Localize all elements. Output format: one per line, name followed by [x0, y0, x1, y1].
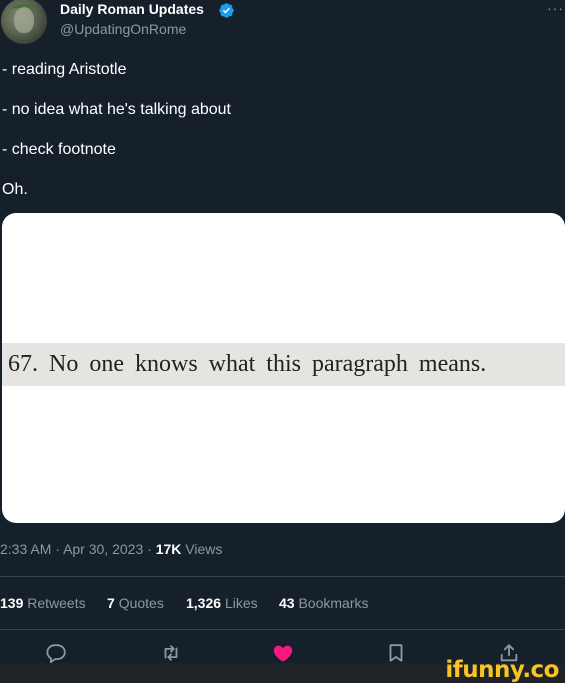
- meta-separator: ·: [147, 541, 152, 557]
- tweet-text-line: - check footnote: [2, 141, 116, 158]
- bookmarks-label: Bookmarks: [298, 595, 369, 611]
- tweet-header: Daily Roman Updates @UpdatingOnRome ···: [0, 0, 565, 46]
- footnote-strip: 67. No one knows what this paragraph mea…: [2, 343, 565, 386]
- tweet-date[interactable]: Apr 30, 2023: [63, 541, 143, 557]
- tweet-text-line: Oh.: [2, 181, 28, 198]
- tweet-text-line: - reading Aristotle: [2, 61, 127, 78]
- likes-stat[interactable]: 1,326 Likes: [186, 595, 258, 611]
- retweets-label: Retweets: [27, 595, 86, 611]
- verified-badge-icon: [219, 3, 234, 18]
- quotes-label: Quotes: [118, 595, 164, 611]
- bookmarks-count: 43: [279, 595, 295, 611]
- engagement-stats: 139 Retweets 7 Quotes 1,326 Likes 43 Boo…: [0, 595, 565, 615]
- quotes-stat[interactable]: 7 Quotes: [107, 595, 164, 611]
- likes-label: Likes: [224, 595, 258, 611]
- views-count: 17K: [155, 541, 182, 557]
- bookmarks-stat[interactable]: 43 Bookmarks: [279, 595, 369, 611]
- meta-separator: ·: [55, 541, 60, 557]
- avatar[interactable]: [1, 0, 47, 44]
- likes-count: 1,326: [186, 595, 222, 611]
- display-name[interactable]: Daily Roman Updates: [60, 1, 204, 17]
- retweets-count: 139: [0, 595, 24, 611]
- quotes-count: 7: [107, 595, 115, 611]
- handle[interactable]: @UpdatingOnRome: [60, 21, 186, 37]
- views-label: Views: [185, 541, 223, 557]
- tweet-text-line: - no idea what he's talking about: [2, 101, 231, 118]
- divider: [0, 576, 565, 577]
- tweet-meta: 2:33 AM · Apr 30, 2023 · 17K Views: [0, 541, 222, 557]
- retweets-stat[interactable]: 139 Retweets: [0, 595, 86, 611]
- ifunny-watermark: ifunny.co: [445, 657, 559, 683]
- divider: [0, 629, 565, 630]
- tweet-media-image[interactable]: 67. No one knows what this paragraph mea…: [2, 213, 565, 523]
- footnote-text: 67. No one knows what this paragraph mea…: [8, 351, 487, 377]
- tweet-time[interactable]: 2:33 AM: [0, 541, 51, 557]
- more-options-icon[interactable]: ···: [547, 0, 564, 16]
